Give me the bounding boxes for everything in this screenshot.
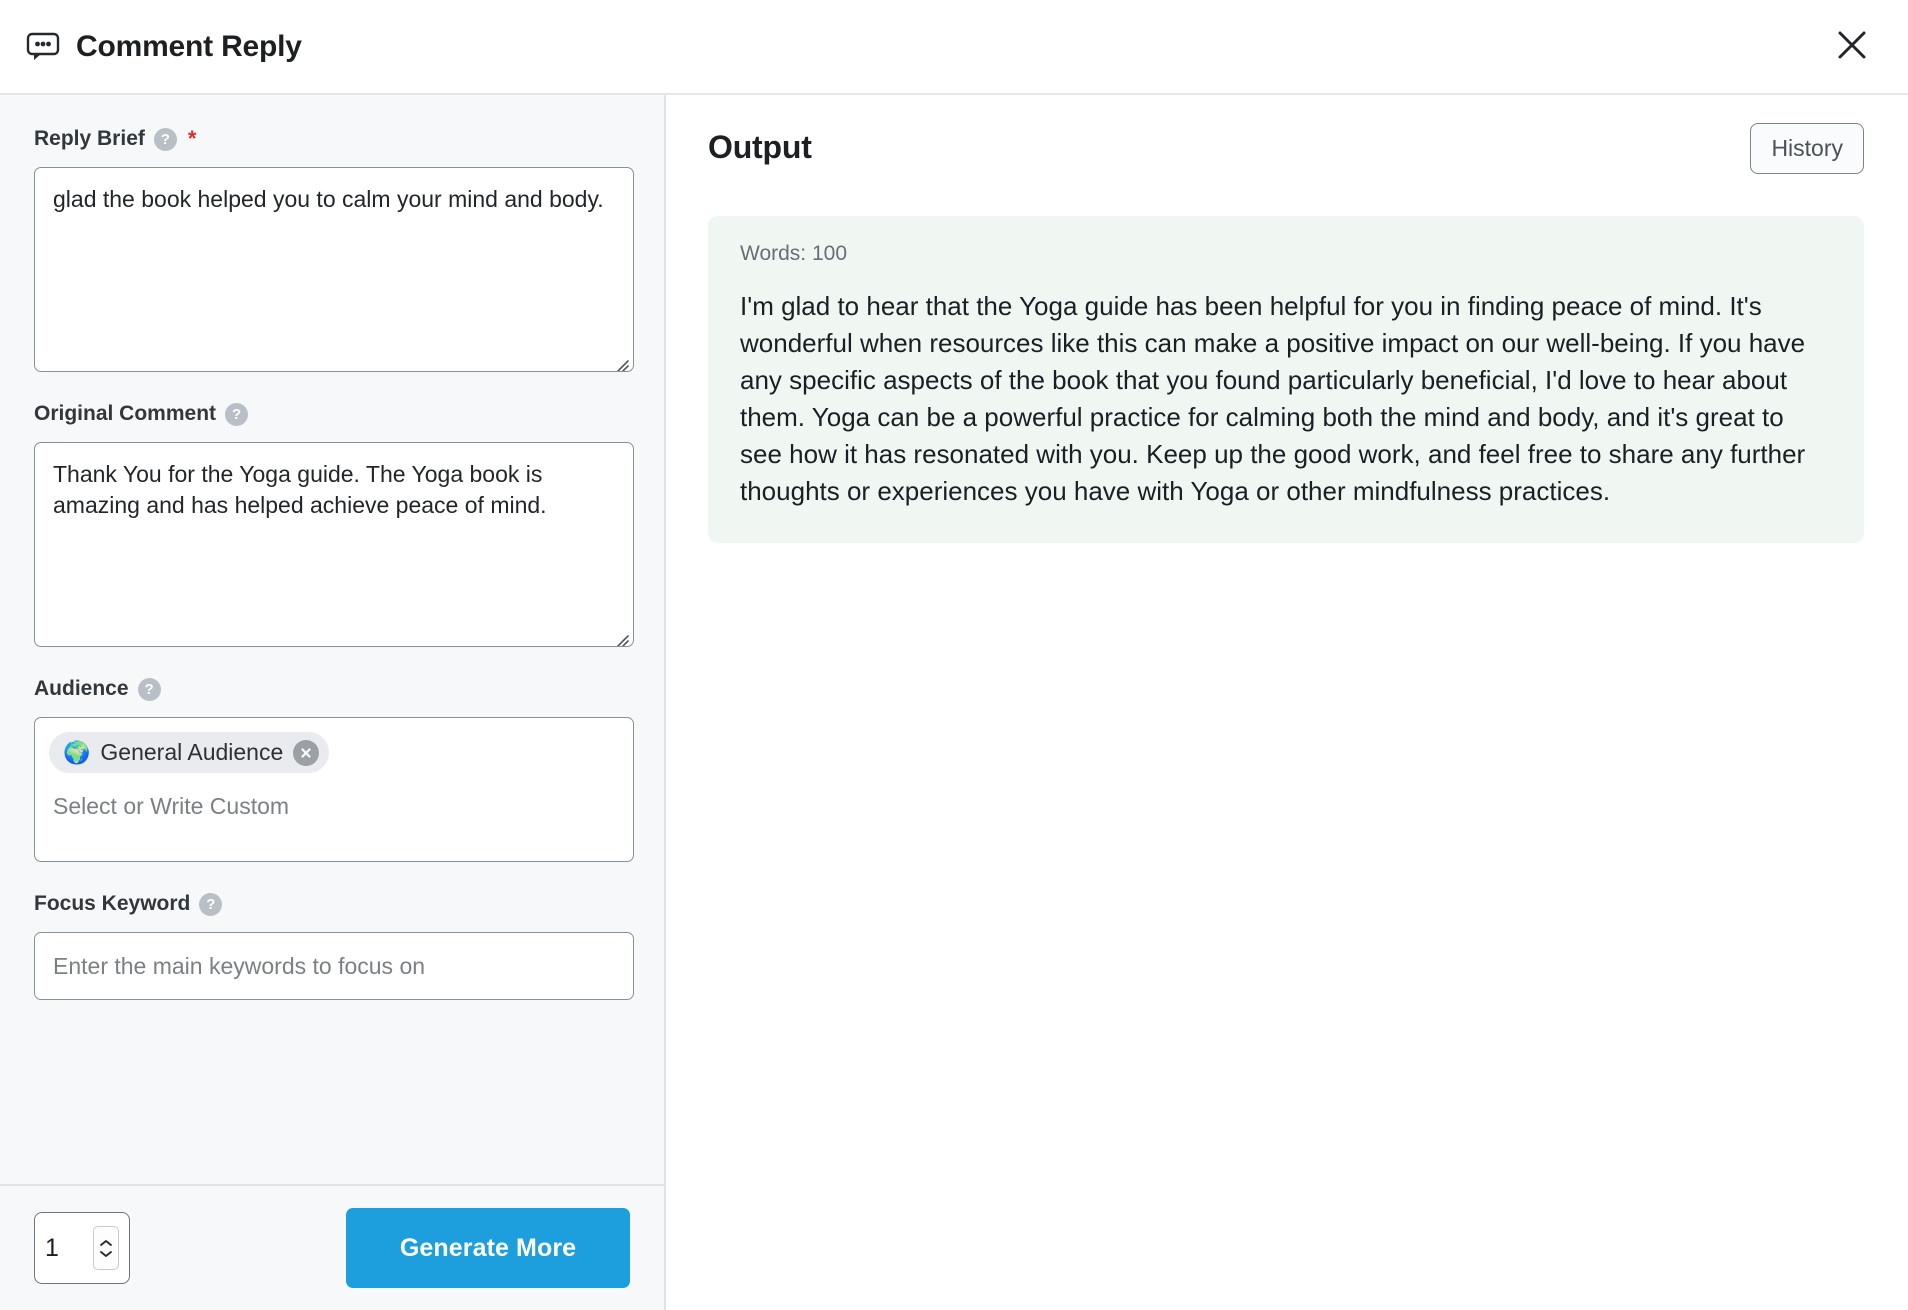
help-icon[interactable]: ? <box>199 892 223 916</box>
audience-tag-field[interactable]: 🌍 General Audience <box>34 717 634 862</box>
audience-label-row: Audience ? <box>34 677 630 701</box>
audience-chip: 🌍 General Audience <box>49 732 330 773</box>
form-footer: 1 Generate More <box>0 1184 664 1310</box>
reply-brief-label: Reply Brief <box>34 127 145 150</box>
focus-keyword-label-row: Focus Keyword ? <box>34 892 630 916</box>
resize-handle-icon[interactable] <box>611 349 629 371</box>
form-panel: Reply Brief ? * glad the book helped you… <box>0 95 666 1310</box>
chevron-up-icon <box>100 1239 112 1246</box>
original-comment-input[interactable]: Thank You for the Yoga guide. The Yoga b… <box>34 442 634 647</box>
generation-count-value: 1 <box>45 1233 59 1262</box>
chevron-down-icon <box>100 1250 112 1257</box>
form-fields: Reply Brief ? * glad the book helped you… <box>0 95 664 1184</box>
field-focus-keyword: Focus Keyword ? <box>34 892 634 1000</box>
page-title: Comment Reply <box>76 29 302 63</box>
output-title: Output <box>708 129 812 165</box>
reply-brief-input[interactable]: glad the book helped you to calm your mi… <box>34 167 634 372</box>
generate-more-button[interactable]: Generate More <box>346 1208 630 1288</box>
reply-brief-value: glad the book helped you to calm your mi… <box>53 186 604 212</box>
globe-icon: 🌍 <box>63 739 91 765</box>
focus-keyword-label: Focus Keyword <box>34 892 191 915</box>
original-comment-label: Original Comment <box>34 402 217 425</box>
audience-chip-label: General Audience <box>100 739 284 765</box>
chip-remove-icon[interactable] <box>293 739 320 766</box>
reply-brief-label-row: Reply Brief ? * <box>34 127 630 151</box>
field-audience: Audience ? 🌍 General Audience <box>34 677 634 862</box>
output-header: Output History <box>708 123 1864 174</box>
history-button[interactable]: History <box>1750 123 1864 174</box>
close-button[interactable] <box>1828 23 1876 71</box>
audience-label: Audience <box>34 677 129 700</box>
output-generated-text: I'm glad to hear that the Yoga guide has… <box>740 291 1806 506</box>
required-asterisk: * <box>187 126 197 151</box>
comment-reply-dialog: Comment Reply Reply Brief ? * glad the b… <box>0 0 1908 1310</box>
help-icon[interactable]: ? <box>137 677 161 701</box>
stepper-arrows[interactable] <box>93 1226 119 1270</box>
audience-input[interactable] <box>49 791 619 822</box>
original-comment-value: Thank You for the Yoga guide. The Yoga b… <box>53 461 547 518</box>
word-count-label: Words: 100 <box>740 242 847 265</box>
field-reply-brief: Reply Brief ? * glad the book helped you… <box>34 127 634 372</box>
generation-count-stepper[interactable]: 1 <box>34 1212 130 1284</box>
output-result-card[interactable]: Words: 100 I'm glad to hear that the Yog… <box>708 216 1864 544</box>
comment-bubble-icon <box>26 32 60 62</box>
dialog-header: Comment Reply <box>0 0 1908 95</box>
dialog-body: Reply Brief ? * glad the book helped you… <box>0 95 1908 1310</box>
close-icon <box>1834 27 1870 66</box>
header-left-group: Comment Reply <box>26 30 302 64</box>
focus-keyword-input[interactable] <box>34 932 634 1000</box>
original-comment-label-row: Original Comment ? <box>34 402 630 426</box>
help-icon[interactable]: ? <box>225 402 249 426</box>
output-panel: Output History Words: 100 I'm glad to he… <box>666 95 1908 1310</box>
resize-handle-icon[interactable] <box>611 624 629 646</box>
help-icon[interactable]: ? <box>153 127 177 151</box>
field-original-comment: Original Comment ? Thank You for the Yog… <box>34 402 634 647</box>
